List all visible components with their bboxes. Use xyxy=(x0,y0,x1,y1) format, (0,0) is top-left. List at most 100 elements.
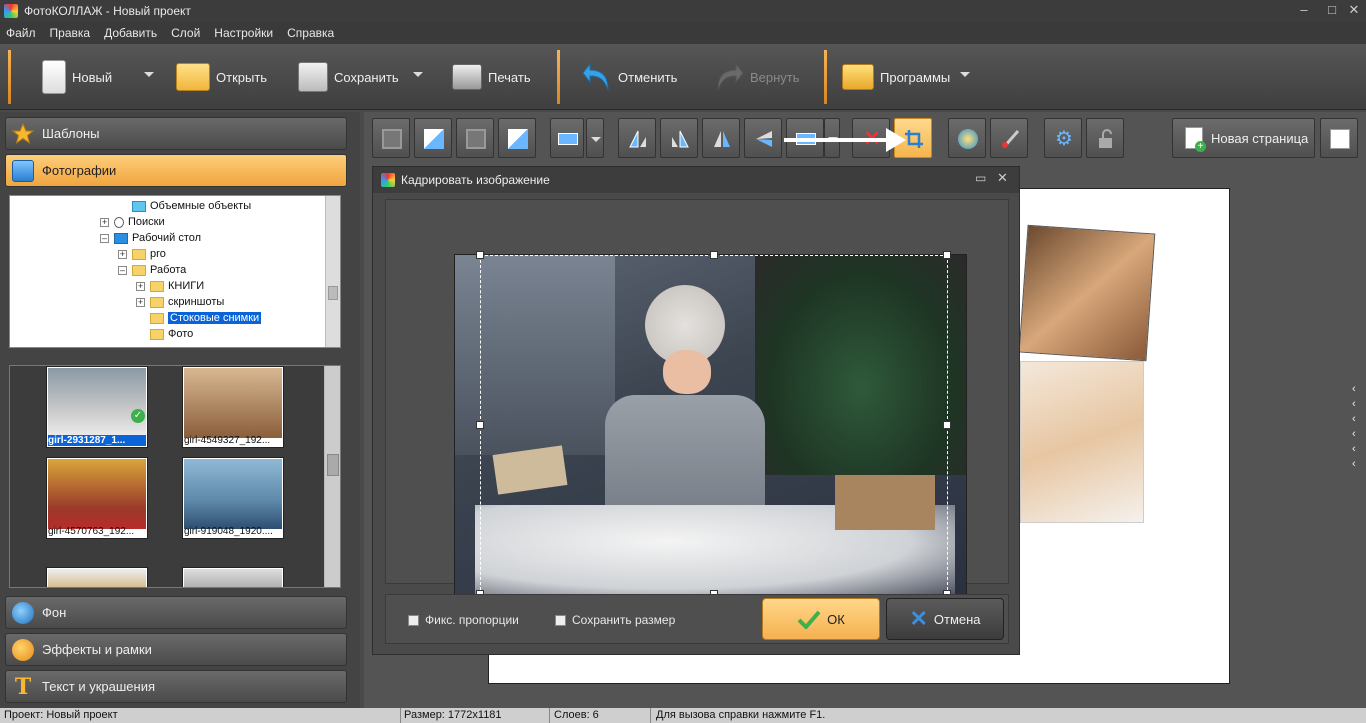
folder-tree: Объемные объекты + Поиски – Рабочий стол + pro… xyxy=(9,195,341,348)
thumbnail[interactable] xyxy=(46,567,148,587)
undo-button[interactable]: Отменить xyxy=(582,54,677,100)
brush-button[interactable] xyxy=(990,118,1028,158)
fix-proportions-checkbox[interactable]: Фикс. пропорции xyxy=(408,613,519,627)
text-section[interactable]: T Текст и украшения xyxy=(5,670,347,703)
align-dropdown[interactable] xyxy=(586,118,604,158)
align-button[interactable] xyxy=(550,118,584,158)
layer-forward-button[interactable] xyxy=(414,118,452,158)
programs-button[interactable]: Программы xyxy=(842,54,950,100)
settings-button[interactable]: ⚙ xyxy=(1044,118,1082,158)
photos-section[interactable]: Фотографии xyxy=(5,154,347,187)
programs-dropdown-caret[interactable] xyxy=(960,72,970,77)
crop-handle-top[interactable] xyxy=(710,251,718,259)
crop-selection-frame[interactable] xyxy=(476,251,951,598)
status-project: Проект: Новый проект xyxy=(4,709,118,721)
folder-open-icon xyxy=(176,63,210,91)
tree-expander[interactable]: – xyxy=(118,265,127,275)
thumbnail[interactable]: girl-4570763_192... xyxy=(46,457,148,539)
effects-section[interactable]: Эффекты и рамки xyxy=(5,633,347,666)
title-bar: ФотоКОЛЛАЖ - Новый проект – □ ✕ xyxy=(0,0,1366,22)
tree-item[interactable]: Стоковые снимки xyxy=(136,310,262,326)
status-bar: Проект: Новый проект Размер: 1772x1181 С… xyxy=(0,708,1366,723)
redo-arrow-icon xyxy=(714,60,744,94)
crop-handle-top-left[interactable] xyxy=(476,251,484,259)
check-badge-icon: ✓ xyxy=(131,409,145,423)
tree-item[interactable]: – Работа xyxy=(118,262,186,278)
tree-scrollbar[interactable] xyxy=(325,196,340,347)
menu-help[interactable]: Справка xyxy=(287,26,334,40)
new-button[interactable]: Новый xyxy=(42,54,112,100)
close-button[interactable]: ✕ xyxy=(1340,0,1366,22)
crop-handle-top-right[interactable] xyxy=(943,251,951,259)
flip-horizontal-button[interactable] xyxy=(702,118,740,158)
background-section[interactable]: Фон xyxy=(5,596,347,629)
collage-photo-mother[interactable] xyxy=(1020,361,1144,523)
open-button[interactable]: Открыть xyxy=(176,54,267,100)
rotate-right-icon xyxy=(670,129,690,149)
layer-to-back-button[interactable] xyxy=(456,118,494,158)
tree-item-label: pro xyxy=(150,248,166,260)
right-collapse-arrows[interactable]: ‹ ‹ ‹ ‹ ‹ ‹ xyxy=(1352,382,1356,472)
layer-to-front-button[interactable] xyxy=(498,118,536,158)
rotate-left-button[interactable] xyxy=(618,118,656,158)
thumbnail[interactable] xyxy=(182,567,284,587)
cancel-button[interactable]: ✕ Отмена xyxy=(886,598,1004,640)
menu-add[interactable]: Добавить xyxy=(104,26,157,40)
thumbnail-scrollbar[interactable] xyxy=(324,366,340,587)
tree-scroll-thumb[interactable] xyxy=(328,286,338,300)
tree-item[interactable]: + Поиски xyxy=(100,214,165,230)
status-help: Для вызова справки нажмите F1. xyxy=(656,709,826,721)
menu-layer[interactable]: Слой xyxy=(171,26,200,40)
palette-icon xyxy=(12,638,34,661)
tree-expander[interactable]: + xyxy=(100,217,109,227)
tree-item[interactable]: – Рабочий стол xyxy=(100,230,201,246)
flip-vertical-button[interactable] xyxy=(744,118,782,158)
ok-button[interactable]: ОК xyxy=(762,598,880,640)
print-button[interactable]: Печать xyxy=(452,54,531,100)
tree-item[interactable]: Объемные объекты xyxy=(118,198,251,214)
dialog-maximize-icon[interactable]: ▭ xyxy=(975,171,986,185)
keep-size-checkbox[interactable]: Сохранить размер xyxy=(555,613,675,627)
redo-button[interactable]: Вернуть xyxy=(714,54,800,100)
flip-vertical-icon xyxy=(754,129,774,149)
minimize-button[interactable]: – xyxy=(1290,0,1318,22)
crop-dialog: Кадрировать изображение ▭ ✕ Фикс. пропор… xyxy=(372,166,1020,655)
rotate-right-button[interactable] xyxy=(660,118,698,158)
annotation-arrow-shaft xyxy=(784,138,896,142)
new-page-icon: + xyxy=(1185,127,1206,152)
page-settings-button[interactable] xyxy=(1320,118,1358,158)
folder-icon xyxy=(150,296,164,308)
crop-handle-right[interactable] xyxy=(943,421,951,429)
layer-forward-icon xyxy=(424,129,444,149)
new-page-button[interactable]: + Новая страница xyxy=(1172,118,1315,158)
thumbnail-scroll-thumb[interactable] xyxy=(327,454,339,476)
collage-photo-boy[interactable] xyxy=(1018,224,1156,362)
tree-item[interactable]: + КНИГИ xyxy=(136,278,204,294)
save-button[interactable]: Сохранить xyxy=(298,54,399,100)
tree-expander[interactable]: + xyxy=(118,249,127,259)
new-dropdown-caret[interactable] xyxy=(144,72,154,77)
templates-section[interactable]: Шаблоны xyxy=(5,117,347,150)
search-icon xyxy=(114,216,124,228)
toolbar-separator xyxy=(8,50,11,104)
lock-button[interactable] xyxy=(1086,118,1124,158)
color-fill-icon xyxy=(958,129,978,149)
layer-back-button[interactable] xyxy=(372,118,410,158)
crop-handle-left[interactable] xyxy=(476,421,484,429)
tree-item[interactable]: + pro xyxy=(118,246,166,262)
thumbnail[interactable]: girl-4549327_192... xyxy=(182,366,284,448)
save-dropdown-caret[interactable] xyxy=(413,72,423,77)
menu-edit[interactable]: Правка xyxy=(50,26,91,40)
menu-file[interactable]: Файл xyxy=(6,26,36,40)
menu-settings[interactable]: Настройки xyxy=(214,26,273,40)
tree-item[interactable]: + скриншоты xyxy=(136,294,224,310)
tree-expander[interactable]: – xyxy=(100,233,109,243)
dialog-close-icon[interactable]: ✕ xyxy=(997,170,1008,186)
tree-expander[interactable]: + xyxy=(136,297,145,307)
tree-item[interactable]: Фото xyxy=(136,326,193,342)
thumbnail[interactable]: ✓ girl-2931287_1... xyxy=(46,366,148,448)
tree-expander[interactable]: + xyxy=(136,281,145,291)
thumbnail[interactable]: girl-919048_1920.... xyxy=(182,457,284,539)
tree-item-label: скриншоты xyxy=(168,296,225,308)
color-fill-button[interactable] xyxy=(948,118,986,158)
